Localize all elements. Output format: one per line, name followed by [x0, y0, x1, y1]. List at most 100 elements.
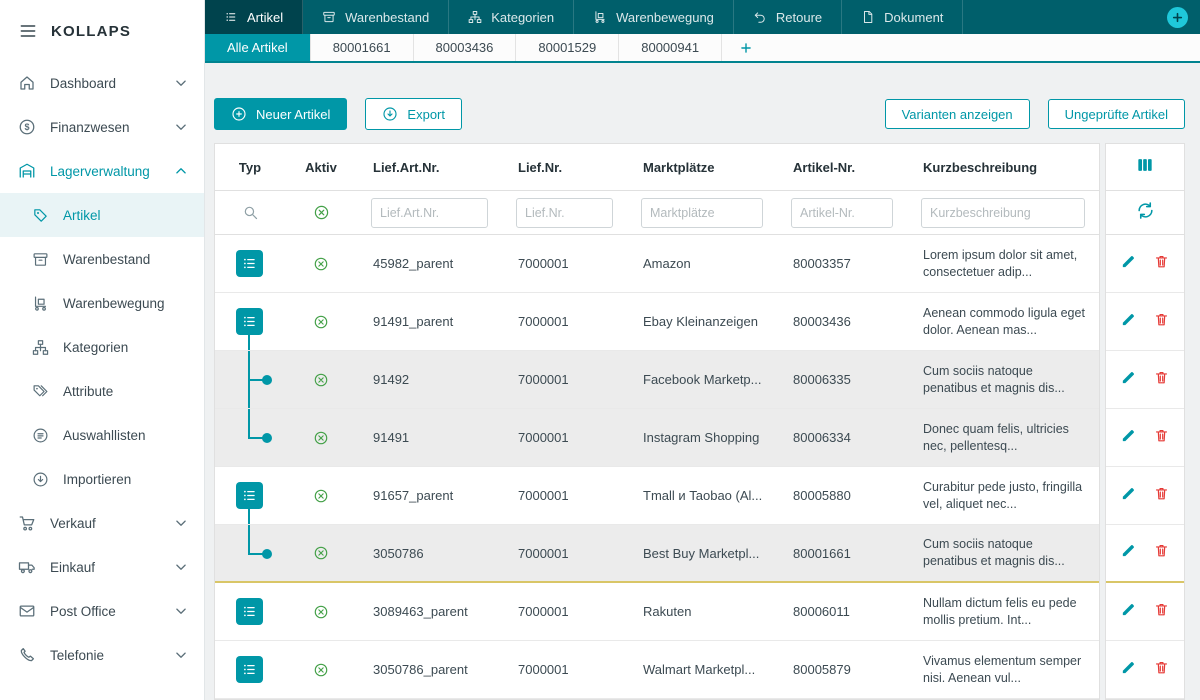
refresh-button[interactable] [1136, 201, 1155, 225]
delete-row-button[interactable] [1153, 311, 1170, 333]
show-variants-label: Varianten anzeigen [902, 107, 1013, 122]
active-cell[interactable] [285, 545, 357, 561]
sidebar-subitem-importieren[interactable]: Importieren [0, 457, 204, 501]
table-row[interactable]: 91657_parent7000001Tmall и Taobao (Al...… [215, 467, 1099, 525]
pencil-icon [1120, 253, 1137, 270]
active-cell[interactable] [285, 314, 357, 330]
unreviewed-articles-button[interactable]: Ungeprüfte Artikel [1048, 99, 1185, 129]
table-row[interactable]: 3089463_parent7000001Rakuten80006011Null… [215, 583, 1099, 641]
sidebar-subitem-artikel[interactable]: Artikel [0, 193, 204, 237]
workspace-tab-retoure[interactable]: Retoure [734, 0, 842, 34]
export-label: Export [407, 107, 445, 122]
column-header-kurzbeschreibung[interactable]: Kurzbeschreibung [907, 160, 1099, 175]
unreviewed-articles-label: Ungeprüfte Artikel [1065, 107, 1168, 122]
active-cell[interactable] [285, 256, 357, 272]
export-button[interactable]: Export [365, 98, 462, 130]
filter-input-kurzbeschreibung[interactable] [921, 198, 1085, 228]
show-variants-button[interactable]: Varianten anzeigen [885, 99, 1030, 129]
column-header-aktiv[interactable]: Aktiv [285, 160, 357, 175]
sidebar-subitem-label: Auswahllisten [63, 428, 190, 443]
kurzbeschreibung-cell: Aenean commodo ligula eget dolor. Aenean… [907, 305, 1099, 339]
article-type-button[interactable] [236, 250, 263, 277]
edit-row-button[interactable] [1120, 542, 1137, 564]
table-row[interactable]: 45982_parent7000001Amazon80003357Lorem i… [215, 235, 1099, 293]
add-workspace-button[interactable] [1167, 7, 1188, 28]
table-row[interactable]: 3050786_parent7000001Walmart Marketpl...… [215, 641, 1099, 699]
table-row[interactable]: 914917000001Instagram Shopping80006334Do… [215, 409, 1099, 467]
filter-input-lief-nr[interactable] [516, 198, 613, 228]
sidebar-subitem-attribute[interactable]: Attribute [0, 369, 204, 413]
sidebar-item-einkauf[interactable]: Einkauf [0, 545, 204, 589]
filter-input-artikel-nr[interactable] [791, 198, 893, 228]
edit-row-button[interactable] [1120, 369, 1137, 391]
delete-row-button[interactable] [1153, 601, 1170, 623]
article-tab-80001529[interactable]: 80001529 [516, 34, 619, 61]
edit-row-button[interactable] [1120, 601, 1137, 623]
active-cell[interactable] [285, 372, 357, 388]
workspace-tabs: ArtikelWarenbestandKategorienWarenbewegu… [205, 0, 963, 34]
pencil-icon [1120, 542, 1137, 559]
edit-row-button[interactable] [1120, 659, 1137, 681]
active-cell[interactable] [285, 488, 357, 504]
sidebar-item-post-office[interactable]: Post Office [0, 589, 204, 633]
filter-active-toggle[interactable] [285, 204, 357, 221]
new-article-button[interactable]: Neuer Artikel [214, 98, 347, 130]
article-tab-80003436[interactable]: 80003436 [414, 34, 517, 61]
kurzbeschreibung-cell: Nullam dictum felis eu pede mollis preti… [907, 595, 1099, 629]
delete-row-button[interactable] [1153, 253, 1170, 275]
edit-row-button[interactable] [1120, 253, 1137, 275]
column-header-lief-nr[interactable]: Lief.Nr. [502, 160, 627, 175]
article-type-button[interactable] [236, 482, 263, 509]
sidebar-item-verkauf[interactable]: Verkauf [0, 501, 204, 545]
sidebar-subitem-kategorien[interactable]: Kategorien [0, 325, 204, 369]
column-header-marktpl-tze[interactable]: Marktplätze [627, 160, 777, 175]
delete-row-button[interactable] [1153, 427, 1170, 449]
sidebar-item-finanzwesen[interactable]: $Finanzwesen [0, 105, 204, 149]
edit-row-button[interactable] [1120, 485, 1137, 507]
article-tab-80001661[interactable]: 80001661 [311, 34, 414, 61]
delete-row-button[interactable] [1153, 659, 1170, 681]
list-icon [241, 603, 258, 620]
article-type-button[interactable] [236, 598, 263, 625]
table-row[interactable]: 30507867000001Best Buy Marketpl...800016… [215, 525, 1099, 583]
active-cell[interactable] [285, 430, 357, 446]
filter-input-marktpl-tze[interactable] [641, 198, 763, 228]
workspace-tab-kategorien[interactable]: Kategorien [449, 0, 574, 34]
active-cell[interactable] [285, 604, 357, 620]
sidebar-item-lagerverwaltung[interactable]: Lagerverwaltung [0, 149, 204, 193]
sidebar-item-telefonie[interactable]: Telefonie [0, 633, 204, 677]
column-header-typ[interactable]: Typ [215, 160, 285, 175]
delete-row-button[interactable] [1153, 485, 1170, 507]
workspace-tab-warenbewegung[interactable]: Warenbewegung [574, 0, 734, 34]
article-type-button[interactable] [236, 308, 263, 335]
sidebar-subitem-warenbestand[interactable]: Warenbestand [0, 237, 204, 281]
article-tab-alle-artikel[interactable]: Alle Artikel [205, 34, 311, 61]
column-header-artikel-nr[interactable]: Artikel-Nr. [777, 160, 907, 175]
table-row[interactable]: 91491_parent7000001Ebay Kleinanzeigen800… [215, 293, 1099, 351]
delete-row-button[interactable] [1153, 542, 1170, 564]
workspace-tab-dokument[interactable]: Dokument [842, 0, 963, 34]
sidebar-subitem-warenbewegung[interactable]: Warenbewegung [0, 281, 204, 325]
edit-row-button[interactable] [1120, 311, 1137, 333]
menu-icon[interactable] [18, 21, 38, 41]
column-header-lief-art-nr[interactable]: Lief.Art.Nr. [357, 160, 502, 175]
tags-icon [32, 383, 49, 400]
table-row[interactable]: 914927000001Facebook Marketp...80006335C… [215, 351, 1099, 409]
active-cell[interactable] [285, 662, 357, 678]
filter-input-lief-art-nr[interactable] [371, 198, 488, 228]
workspace-tab-warenbestand[interactable]: Warenbestand [303, 0, 449, 34]
article-type-button[interactable] [236, 656, 263, 683]
sidebar-item-dashboard[interactable]: Dashboard [0, 61, 204, 105]
article-tab-80000941[interactable]: 80000941 [619, 34, 722, 61]
add-article-tab-button[interactable] [722, 34, 770, 61]
workspace-tab-artikel[interactable]: Artikel [205, 0, 303, 34]
column-settings-button[interactable] [1135, 155, 1155, 180]
row-actions [1106, 351, 1184, 409]
lief-art-nr-cell: 45982_parent [357, 256, 502, 271]
sidebar-subitem-auswahllisten[interactable]: Auswahllisten [0, 413, 204, 457]
pencil-icon [1120, 427, 1137, 444]
svg-text:$: $ [24, 122, 29, 132]
edit-row-button[interactable] [1120, 427, 1137, 449]
artikel-nr-cell: 80006335 [777, 372, 907, 387]
delete-row-button[interactable] [1153, 369, 1170, 391]
